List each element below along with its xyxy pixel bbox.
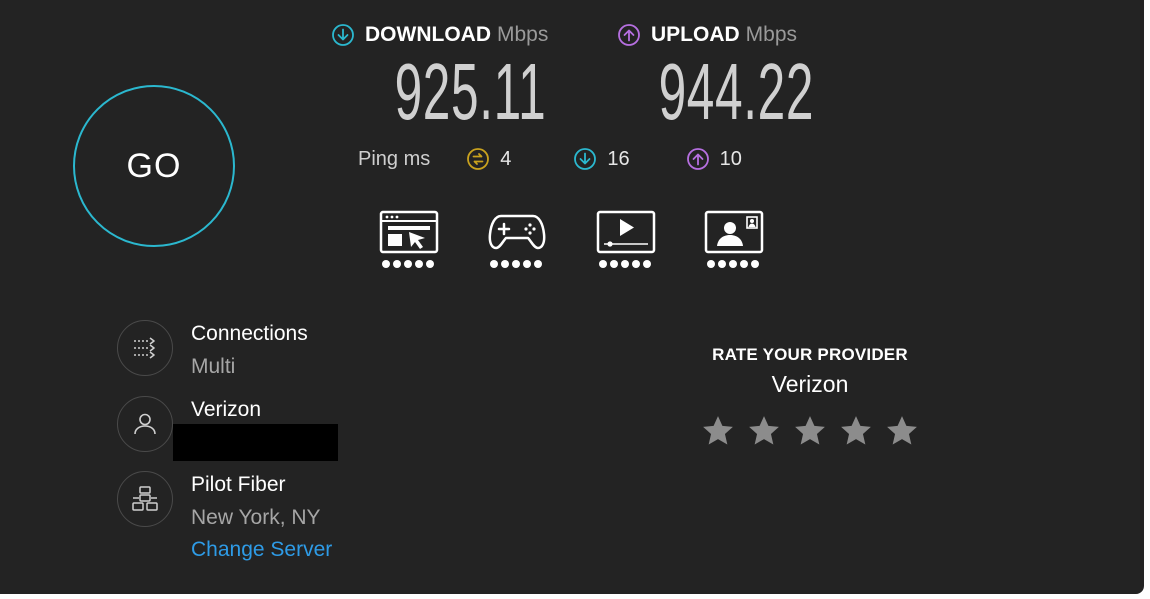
gaming-icon [488,214,546,250]
upload-arrow-icon [618,24,640,46]
isp-name: Verizon [191,398,262,421]
idle-latency-icon [467,148,490,170]
change-server-link[interactable]: Change Server [191,538,332,562]
rating-dots [490,260,542,268]
use-case-streaming[interactable] [596,210,656,272]
web-browsing-icon [379,210,439,254]
isp-icon-circle [117,396,173,452]
server-icon [132,486,158,511]
download-arrow-icon [332,24,354,46]
video-chat-icon [704,210,764,254]
server-location: New York, NY [191,506,321,529]
use-case-video-chat[interactable] [704,210,764,272]
ping-label: Ping ms [358,147,431,170]
server-icon-circle [117,471,173,527]
use-case-web-browsing[interactable] [379,210,439,272]
download-speed-value: 925.11 [394,47,547,136]
user-icon [134,413,156,435]
star-icon-2[interactable] [747,414,781,448]
rating-dots [599,260,651,268]
upload-label: UPLOAD [651,23,740,46]
download-label: DOWNLOAD [365,23,491,46]
speedtest-panel: GO DOWNLOAD Mbps 925.11 UPLOAD Mbps 944.22… [0,0,1144,594]
ping-upload-value: 10 [719,147,742,170]
download-header: DOWNLOAD Mbps [331,22,548,48]
upload-unit: Mbps [745,23,798,46]
ping-idle-value: 4 [500,147,512,170]
streaming-icon [596,210,656,254]
download-latency-icon [574,148,597,170]
connections-value: Multi [191,355,236,378]
go-button[interactable]: GO [73,85,235,247]
connections-icon-circle[interactable] [117,320,173,376]
star-icon-3[interactable] [793,414,827,448]
upload-header: UPLOAD Mbps [617,22,797,48]
use-case-gaming[interactable] [487,210,547,272]
rating-dots [707,260,759,268]
ping-upload: 10 [686,147,742,171]
upload-speed-value: 944.22 [658,47,815,136]
star-icon-1[interactable] [701,414,735,448]
star-icon-4[interactable] [839,414,873,448]
rate-provider-section: RATE YOUR PROVIDER Verizon [690,345,930,398]
ping-download: 16 [573,147,630,171]
star-icon-5[interactable] [885,414,919,448]
go-button-label: GO [126,146,182,185]
rating-dots [382,260,434,268]
ping-download-value: 16 [607,147,630,170]
download-unit: Mbps [496,23,549,46]
redacted-ip-address [173,424,338,461]
server-name: Pilot Fiber [191,473,286,496]
rate-provider-name: Verizon [771,371,849,397]
upload-latency-icon [686,148,709,170]
rate-provider-title: RATE YOUR PROVIDER [712,345,908,364]
ping-row: Ping ms 4 16 10 [358,147,742,171]
connections-title: Connections [191,322,308,345]
multi-connections-icon [134,337,155,359]
star-rating [701,414,919,448]
ping-idle: 4 [466,147,511,171]
